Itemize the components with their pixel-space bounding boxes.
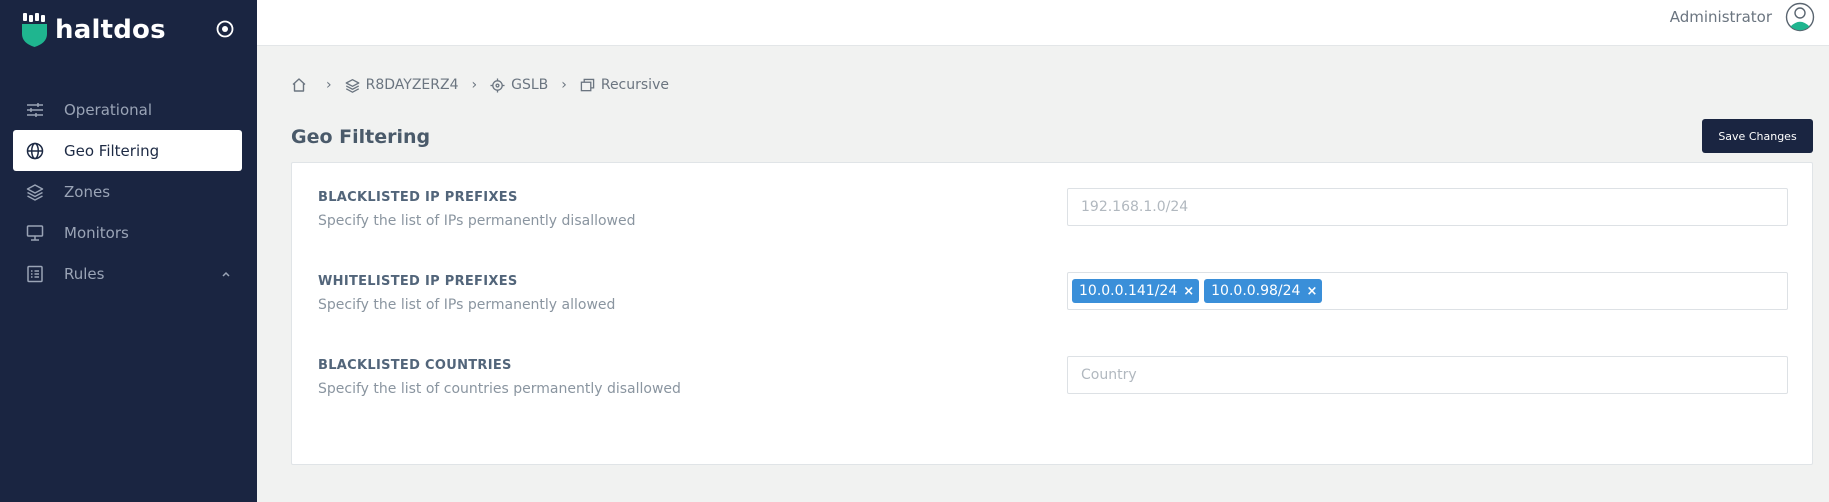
tag-label: 10.0.0.98/24: [1211, 283, 1301, 299]
sidebar-item-zones[interactable]: Zones: [13, 171, 242, 212]
geo-filtering-card: BLACKLISTED IP PREFIXES Specify the list…: [291, 162, 1813, 465]
remove-tag-icon[interactable]: ×: [1306, 284, 1317, 299]
breadcrumb-recursive[interactable]: Recursive: [580, 77, 669, 93]
breadcrumb-label: GSLB: [511, 77, 549, 93]
breadcrumb-gslb[interactable]: GSLB: [490, 77, 548, 93]
breadcrumb-separator: ›: [561, 77, 567, 93]
field-description: Specify the list of IPs permanently disa…: [318, 213, 636, 229]
field-blacklisted-ip-prefixes: BLACKLISTED IP PREFIXES Specify the list…: [292, 188, 1812, 250]
sidebar-item-label: Geo Filtering: [64, 141, 160, 160]
input-placeholder: Country: [1081, 367, 1137, 383]
list-icon: [25, 264, 45, 284]
globe-icon: [25, 141, 45, 161]
haltdos-logo-icon: [22, 13, 47, 47]
sidebar: haltdos Operational Geo Filtering Zones …: [0, 0, 257, 502]
sidebar-item-geo-filtering[interactable]: Geo Filtering: [13, 130, 242, 171]
user-name[interactable]: Administrator: [1670, 8, 1772, 26]
breadcrumb-separator: ›: [471, 77, 478, 93]
sidebar-item-label: Rules: [64, 264, 105, 283]
breadcrumb-zone[interactable]: R8DAYZERZ4: [345, 77, 459, 93]
field-label: BLACKLISTED COUNTRIES: [318, 358, 512, 373]
target-icon: [490, 77, 505, 93]
app-root: haltdos Operational Geo Filtering Zones …: [0, 0, 1829, 502]
whitelisted-ip-input[interactable]: 10.0.0.141/24 × 10.0.0.98/24 ×: [1067, 272, 1788, 310]
field-label: WHITELISTED IP PREFIXES: [318, 274, 518, 289]
breadcrumb: › R8DAYZERZ4 › GSLB › Recursive: [291, 75, 669, 95]
ip-tag: 10.0.0.98/24 ×: [1204, 279, 1323, 303]
field-whitelisted-ip-prefixes: WHITELISTED IP PREFIXES Specify the list…: [292, 272, 1812, 334]
sidebar-item-rules[interactable]: Rules: [13, 253, 242, 294]
chevron-up-icon[interactable]: [220, 268, 232, 280]
layers-icon: [25, 182, 45, 202]
field-blacklisted-countries: BLACKLISTED COUNTRIES Specify the list o…: [292, 356, 1812, 418]
save-changes-button[interactable]: Save Changes: [1702, 119, 1813, 153]
remove-tag-icon[interactable]: ×: [1183, 284, 1194, 299]
input-placeholder: 192.168.1.0/24: [1081, 199, 1189, 215]
ip-tag: 10.0.0.141/24 ×: [1072, 279, 1200, 303]
brand[interactable]: haltdos: [20, 12, 166, 48]
tag-label: 10.0.0.141/24: [1079, 283, 1178, 299]
sidebar-toggle-icon[interactable]: [215, 19, 235, 39]
page-title: Geo Filtering: [291, 126, 431, 148]
home-icon: [292, 78, 306, 92]
field-description: Specify the list of IPs permanently allo…: [318, 297, 616, 313]
sidebar-item-monitors[interactable]: Monitors: [13, 212, 242, 253]
breadcrumb-label: R8DAYZERZ4: [365, 77, 459, 93]
windows-icon: [580, 78, 595, 91]
sidebar-item-label: Monitors: [64, 223, 129, 242]
field-label: BLACKLISTED IP PREFIXES: [318, 190, 518, 205]
sidebar-nav: Operational Geo Filtering Zones Monitors: [13, 89, 242, 294]
sliders-icon: [25, 100, 45, 120]
brand-name: haltdos: [55, 15, 166, 45]
field-description: Specify the list of countries permanentl…: [318, 381, 681, 397]
blacklisted-ip-input[interactable]: 192.168.1.0/24: [1067, 188, 1788, 226]
sidebar-item-label: Operational: [64, 100, 153, 119]
top-bar: Administrator: [257, 0, 1829, 46]
breadcrumb-separator: ›: [326, 77, 332, 93]
monitor-icon: [25, 223, 45, 243]
breadcrumb-home[interactable]: [291, 77, 313, 93]
breadcrumb-label: Recursive: [600, 77, 669, 93]
avatar-icon[interactable]: [1785, 2, 1815, 32]
blacklisted-countries-input[interactable]: Country: [1067, 356, 1788, 394]
sidebar-item-label: Zones: [64, 182, 111, 201]
sidebar-item-operational[interactable]: Operational: [13, 89, 242, 130]
layers-icon: [345, 78, 360, 93]
